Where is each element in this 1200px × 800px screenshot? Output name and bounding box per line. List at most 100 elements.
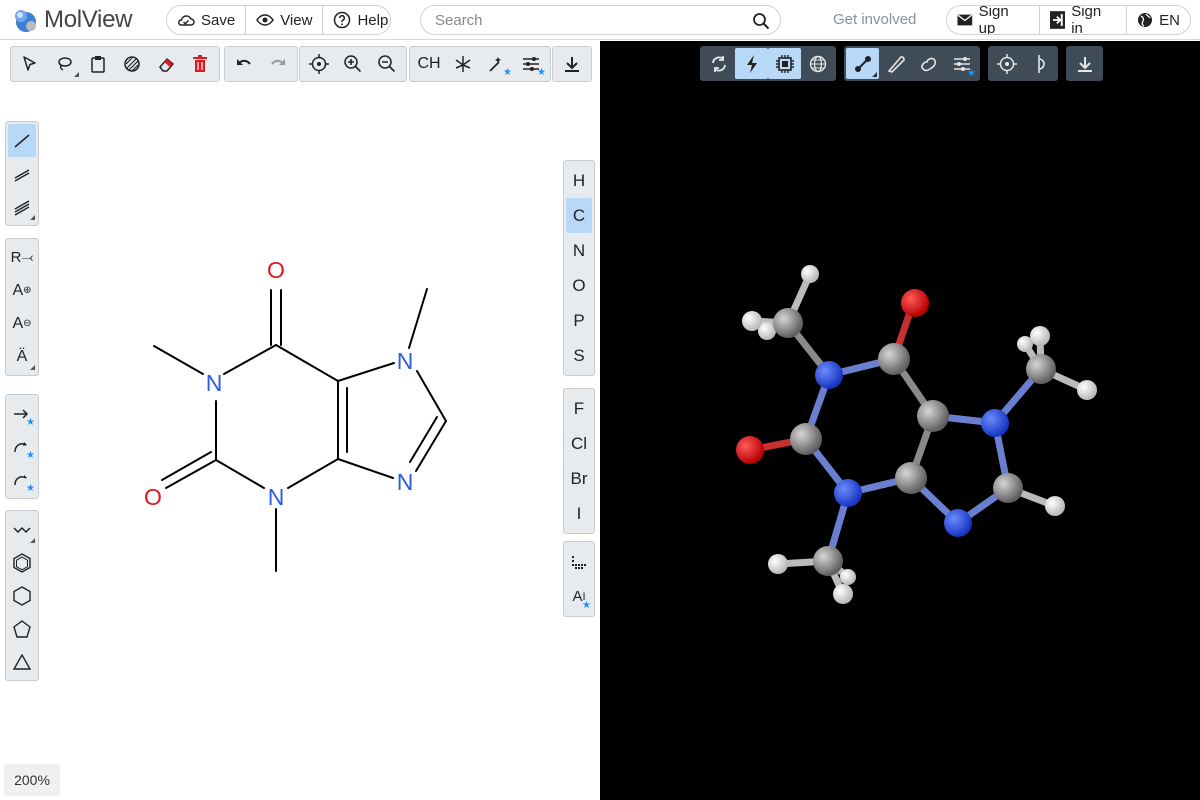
redo-button[interactable] (261, 49, 295, 79)
element-br-button[interactable]: Br (566, 461, 592, 496)
view-button[interactable]: View (246, 6, 324, 34)
radical-button[interactable]: Ä (8, 340, 36, 373)
sign-in-button[interactable]: Sign in (1040, 6, 1128, 34)
carbon-atom (813, 546, 843, 576)
element-h-button[interactable]: H (566, 163, 592, 198)
hydrogen-atom (1045, 496, 1065, 516)
bond (161, 451, 212, 481)
get-involved-link[interactable]: Get involved (833, 11, 916, 28)
double-bond-button[interactable] (8, 157, 36, 190)
lightning-icon (746, 54, 757, 73)
ring-tools-group (5, 510, 39, 681)
single-bond-button[interactable] (8, 124, 36, 157)
download-icon (1077, 56, 1092, 72)
clean-structure-button[interactable]: ★ (480, 49, 514, 79)
options-button[interactable]: ★ (514, 49, 548, 79)
stick-icon (887, 55, 905, 73)
charge-plus-label: A (12, 281, 24, 299)
molview-logo-icon (12, 7, 38, 33)
eraser-button[interactable] (149, 49, 183, 79)
element-i-button[interactable]: I (566, 496, 592, 531)
hydrogen-atom (840, 569, 856, 585)
center-button[interactable] (302, 49, 336, 79)
sync-model-button[interactable] (702, 48, 735, 79)
measure-button[interactable] (1023, 48, 1056, 79)
benzene-button[interactable] (8, 546, 36, 579)
engine-button[interactable] (768, 48, 801, 79)
molecule-2d-canvas[interactable]: O O N N N N (0, 41, 600, 800)
bond (337, 362, 395, 382)
language-button[interactable]: EN (1127, 6, 1190, 34)
erase-all-button[interactable] (115, 49, 149, 79)
select-tool-button[interactable] (13, 49, 47, 79)
curved-arrow-button[interactable]: ★ (8, 430, 36, 463)
bond (409, 416, 438, 463)
save-button[interactable]: Save (167, 6, 247, 34)
charge-minus-button[interactable]: A ⊖ (8, 307, 36, 340)
web-model-button[interactable] (801, 48, 834, 79)
model-3d-pane[interactable]: ★ (600, 41, 1200, 800)
bond (215, 459, 265, 489)
viewer-download-button[interactable] (1068, 48, 1101, 79)
arrow-cursor-icon (23, 56, 36, 71)
pentagon-icon (13, 619, 31, 638)
help-button[interactable]: Help (323, 6, 390, 34)
bond (165, 459, 217, 489)
sketcher-pane[interactable]: CH ★ ★ R ⤙ A ⊕ A ⊖ Ä ★ ★ ★ H C N O P S F… (0, 41, 600, 800)
element-s-button[interactable]: S (566, 338, 592, 373)
bond (153, 345, 204, 375)
bond-stick (825, 355, 898, 379)
download-button[interactable] (555, 49, 589, 79)
cyclopropane-button[interactable] (8, 645, 36, 678)
reaction-arrow-button[interactable]: ★ (8, 397, 36, 430)
top-header: MolView Save View Help Search Get involv… (0, 0, 1200, 40)
curved-half-arrow-button[interactable]: ★ (8, 463, 36, 496)
element-f-button[interactable]: F (566, 391, 592, 426)
bond-stick (1021, 340, 1045, 373)
fast-render-button[interactable] (735, 48, 768, 79)
bond (287, 458, 339, 489)
stick-model-button[interactable] (879, 48, 912, 79)
app-logo[interactable]: MolView (12, 5, 132, 35)
molecule-3d-model[interactable] (600, 41, 1200, 800)
cyclohexane-button[interactable] (8, 579, 36, 612)
globe-grid-icon (809, 55, 826, 72)
element-cl-button[interactable]: Cl (566, 426, 592, 461)
element-c-button[interactable]: C (566, 198, 592, 233)
triple-bond-icon (14, 199, 30, 216)
viewer-center-button[interactable] (990, 48, 1023, 79)
search-icon[interactable] (752, 12, 770, 30)
bond-stick (784, 319, 833, 379)
zoom-out-button[interactable] (370, 49, 404, 79)
bond-stick (1036, 332, 1045, 373)
lasso-tool-button[interactable] (47, 49, 81, 79)
r-group-button[interactable]: R ⤙ (8, 241, 36, 274)
clipboard-button[interactable] (81, 49, 115, 79)
charge-plus-button[interactable]: A ⊕ (8, 274, 36, 307)
zoom-in-button[interactable] (336, 49, 370, 79)
refresh-icon (711, 55, 726, 72)
periodic-table-button[interactable] (566, 544, 592, 579)
hydrogen-atom (768, 554, 788, 574)
zoom-out-icon (378, 55, 396, 73)
hydrogens-toggle-button[interactable]: CH (412, 49, 446, 79)
save-label: Save (201, 11, 236, 29)
stereo-button[interactable] (446, 49, 480, 79)
atom-label-button[interactable]: AI ★ (566, 579, 592, 614)
search-input[interactable] (435, 12, 735, 29)
delete-button[interactable] (183, 49, 217, 79)
sign-up-button[interactable]: Sign up (947, 6, 1040, 34)
ball-and-stick-button[interactable] (846, 48, 879, 79)
hatched-circle-icon (124, 56, 140, 72)
chain-button[interactable] (8, 513, 36, 546)
surface-button[interactable] (912, 48, 945, 79)
sign-in-label: Sign in (1071, 5, 1102, 35)
viewer-options-button[interactable]: ★ (945, 48, 978, 79)
element-o-button[interactable]: O (566, 268, 592, 303)
carbon-atom (878, 343, 910, 375)
cyclopentane-button[interactable] (8, 612, 36, 645)
undo-button[interactable] (227, 49, 261, 79)
triple-bond-button[interactable] (8, 190, 36, 223)
element-n-button[interactable]: N (566, 233, 592, 268)
element-p-button[interactable]: P (566, 303, 592, 338)
